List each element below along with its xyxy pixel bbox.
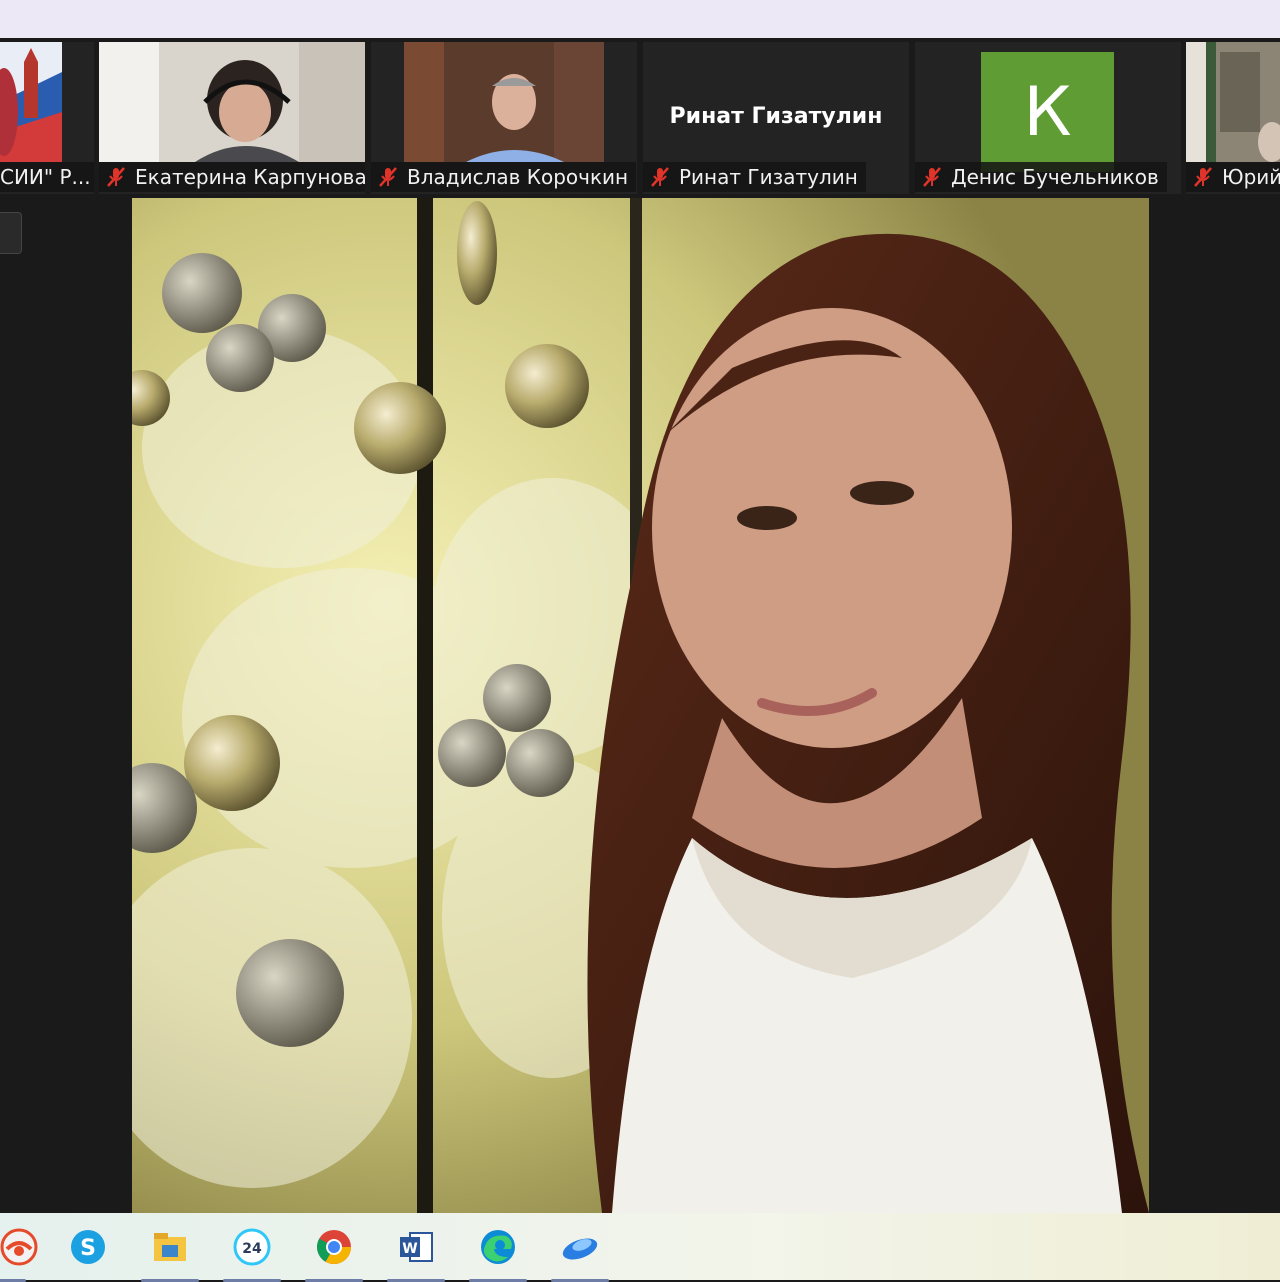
edge-icon	[478, 1227, 518, 1271]
active-speaker-video	[132, 198, 1149, 1213]
taskbar-app-button[interactable]: W	[383, 1221, 449, 1282]
muted-mic-icon	[921, 166, 943, 188]
participant-name: Екатерина Карпунова	[135, 165, 365, 189]
windows-taskbar: S 24 W	[0, 1213, 1280, 1282]
participant-video	[404, 42, 604, 162]
participant-name-plate: Екатерина Карпунова	[99, 162, 365, 192]
svg-text:24: 24	[242, 1241, 262, 1257]
participant-tile[interactable]: К Денис Бучельников	[915, 42, 1181, 194]
file-explorer-icon	[150, 1227, 190, 1271]
participant-video	[99, 42, 365, 162]
window-title-bar	[0, 0, 1280, 38]
participant-name: Юрий	[1222, 165, 1280, 189]
taskbar-app-button[interactable]: S	[55, 1221, 121, 1277]
bitrix24-icon: 24	[232, 1227, 272, 1271]
taskbar-app-button[interactable]: 24	[219, 1221, 285, 1282]
svg-text:W: W	[402, 1241, 417, 1257]
participant-video	[1186, 42, 1280, 162]
svg-text:S: S	[80, 1236, 96, 1261]
participant-tile[interactable]: Владислав Корочкин	[371, 42, 637, 194]
taskbar-app-button[interactable]	[137, 1221, 203, 1282]
participant-name: Ринат Гизатулин	[679, 165, 858, 189]
participant-name-plate: Владислав Корочкин	[371, 162, 637, 192]
participant-name-plate: СИИ" Р...	[0, 162, 94, 192]
taskbar-app-button[interactable]	[0, 1221, 52, 1282]
participant-name: Владислав Корочкин	[407, 165, 629, 189]
zoom-like-app-icon	[558, 1227, 602, 1271]
participant-name-plate: Юрий	[1186, 162, 1280, 192]
participant-tile[interactable]: СИИ" Р...	[0, 42, 94, 194]
muted-mic-icon	[649, 166, 671, 188]
participant-name: Денис Бучельников	[951, 165, 1159, 189]
participant-tile[interactable]: Юрий	[1186, 42, 1280, 194]
taskbar-app-button[interactable]	[465, 1221, 531, 1282]
participant-name-plate: Ринат Гизатулин	[643, 162, 866, 192]
taskbar-app-button[interactable]	[547, 1221, 613, 1282]
participant-name-plate: Денис Бучельников	[915, 162, 1167, 192]
participant-video	[0, 42, 62, 162]
hide-panel-toggle[interactable]	[0, 212, 22, 254]
yandex-browser-icon	[0, 1227, 39, 1271]
word-icon: W	[396, 1227, 436, 1271]
participant-name: СИИ" Р...	[0, 165, 91, 189]
participant-display-name: Ринат Гизатулин	[669, 104, 883, 129]
muted-mic-icon	[377, 166, 399, 188]
skype-icon: S	[68, 1227, 108, 1271]
muted-mic-icon	[1192, 166, 1214, 188]
participant-tile[interactable]: Ринат Гизатулин Ринат Гизатулин	[643, 42, 909, 194]
participant-tile[interactable]: Екатерина Карпунова	[99, 42, 365, 194]
taskbar-app-button[interactable]	[301, 1221, 367, 1282]
chrome-icon	[314, 1227, 354, 1271]
avatar: К	[981, 52, 1114, 172]
muted-mic-icon	[105, 166, 127, 188]
participant-gallery-strip: СИИ" Р... Екатерина Карпунова Владислав …	[0, 38, 1280, 196]
